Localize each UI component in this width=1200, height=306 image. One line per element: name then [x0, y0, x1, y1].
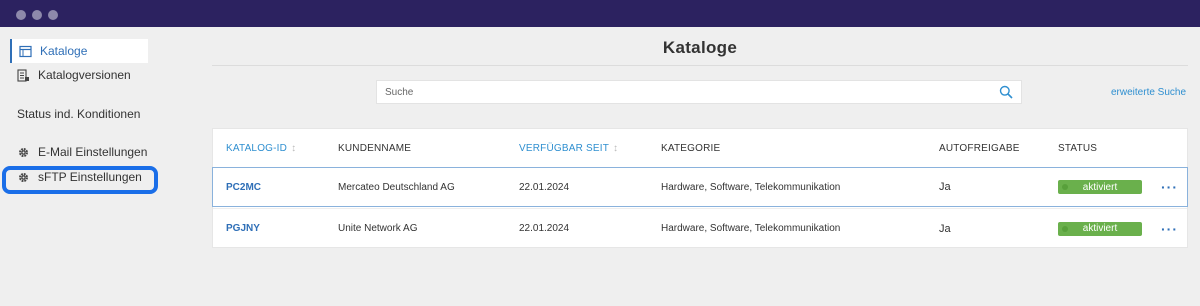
column-header-kundenname: KUNDENNAME [338, 142, 412, 154]
search-icon[interactable] [999, 85, 1013, 99]
available-since: 22.01.2024 [519, 223, 570, 234]
divider [212, 65, 1188, 66]
sidebar-item-label: E-Mail Einstellungen [38, 145, 148, 159]
catalog-id-link[interactable]: PC2MC [226, 182, 261, 193]
column-header-verfuegbar-seit[interactable]: VERFÜGBAR SEIT ↕ [519, 143, 618, 154]
column-header-label: VERFÜGBAR SEIT [519, 142, 610, 154]
status-label: aktiviert [1082, 181, 1118, 193]
window-dot-icon[interactable] [48, 10, 58, 20]
status-label: aktiviert [1082, 223, 1118, 234]
sort-icon[interactable]: ↕ [291, 143, 296, 154]
available-since: 22.01.2024 [519, 181, 570, 193]
page-title: Kataloge [662, 38, 738, 57]
gear-icon [16, 145, 30, 159]
sidebar-item-kataloge[interactable]: Kataloge [10, 39, 148, 63]
column-header-label: KATALOG-ID [226, 142, 288, 154]
sidebar-item-status-konditionen[interactable]: Status ind. Konditionen [17, 102, 140, 126]
window-dot-icon[interactable] [16, 10, 26, 20]
sidebar-item-label: Katalogversionen [38, 68, 131, 82]
category: Hardware, Software, Telekommunikation [661, 181, 841, 193]
auto-release: Ja [939, 222, 951, 235]
search-input[interactable] [385, 86, 999, 98]
customer-name: Mercateo Deutschland AG [338, 181, 455, 193]
search-box [376, 80, 1022, 104]
auto-release: Ja [939, 181, 951, 193]
column-header-status: STATUS [1058, 142, 1098, 154]
catalog-versions-icon [16, 68, 30, 82]
toggle-knob [1062, 225, 1068, 232]
catalog-icon [18, 44, 32, 58]
more-options-icon[interactable]: ··· [1161, 221, 1178, 237]
highlight-outline [2, 166, 158, 194]
sort-icon[interactable]: ↕ [613, 143, 618, 154]
window-titlebar [0, 0, 1200, 27]
catalog-table: KATALOG-ID ↕ KUNDENNAME VERFÜGBAR SEIT ↕ K… [212, 128, 1188, 248]
advanced-search-link[interactable]: erweiterte Suche [1111, 87, 1186, 98]
table-row[interactable]: PGJNY Unite Network AG 22.01.2024 Hardwa… [213, 208, 1187, 248]
window-dot-icon[interactable] [32, 10, 42, 20]
sidebar-item-email-einstellungen[interactable]: E-Mail Einstellungen [10, 140, 147, 164]
sidebar-item-label: Status ind. Konditionen [17, 107, 141, 121]
catalog-id-link[interactable]: PGJNY [226, 223, 260, 234]
more-options-icon[interactable]: ··· [1161, 179, 1178, 195]
column-header-katalog-id[interactable]: KATALOG-ID ↕ [226, 143, 296, 154]
sidebar-item-label: Kataloge [40, 44, 88, 58]
column-header-kategorie: KATEGORIE [661, 142, 721, 154]
sidebar-item-katalogversionen[interactable]: Katalogversionen [10, 63, 131, 87]
toggle-knob [1062, 184, 1068, 190]
status-toggle[interactable]: aktiviert [1058, 221, 1142, 236]
status-toggle[interactable]: aktiviert [1058, 180, 1142, 194]
column-header-autofreigabe: AUTOFREIGABE [939, 142, 1020, 154]
category: Hardware, Software, Telekommunikation [661, 223, 841, 234]
customer-name: Unite Network AG [338, 223, 418, 234]
table-row[interactable]: PC2MC Mercateo Deutschland AG 22.01.2024… [212, 167, 1188, 207]
table-header-row: KATALOG-ID ↕ KUNDENNAME VERFÜGBAR SEIT ↕ K… [213, 129, 1187, 167]
